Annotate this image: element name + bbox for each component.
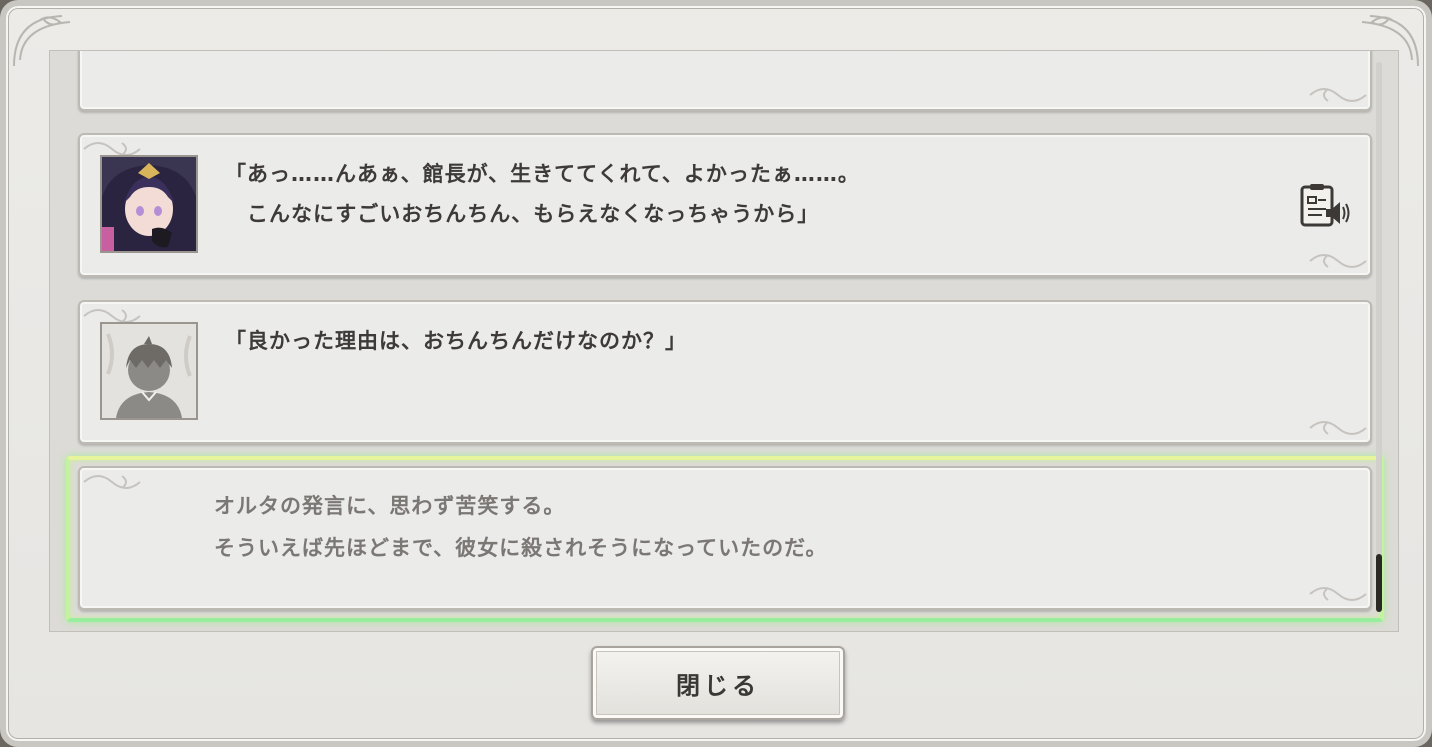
flourish-ornament (1309, 421, 1367, 435)
voice-replay-button[interactable] (1298, 183, 1350, 231)
flourish-ornament (1309, 587, 1367, 601)
character-portrait-icon (102, 157, 196, 251)
protagonist-silhouette-icon (102, 324, 196, 418)
scrollbar-thumb[interactable] (1376, 554, 1382, 612)
character-avatar (100, 155, 198, 253)
voice-replay-icon (1300, 184, 1350, 227)
dialogue-line: こんなにすごいおちんちん、もらえなくなっちゃうから」 (225, 202, 820, 226)
flourish-ornament (83, 475, 141, 489)
dialogue-line: 「あっ……んあぁ、館長が、生きててくれて、よかったぁ……。 (225, 162, 860, 186)
backlog-entry-current: オルタの発言に、思わず苦笑する。 そういえば先ほどまで、彼女に殺されそうになって… (78, 466, 1372, 610)
protagonist-avatar (100, 322, 198, 420)
backlog-scrollbar[interactable] (1376, 62, 1382, 612)
dialogue-line: 「良かった理由は、おちんちんだけなのか？」 (225, 329, 687, 353)
backlog-entry (78, 51, 1372, 111)
narration-line: そういえば先ほどまで、彼女に殺されそうになっていたのだ。 (214, 536, 828, 560)
close-button-label: 閉じる (676, 671, 760, 700)
backlog-list[interactable]: 「あっ……んあぁ、館長が、生きててくれて、よかったぁ……。 こんなにすごいおちん… (49, 50, 1399, 632)
backlog-entry: 「あっ……んあぁ、館長が、生きててくれて、よかったぁ……。 こんなにすごいおちん… (78, 133, 1372, 277)
backlog-entry: 「良かった理由は、おちんちんだけなのか？」 (78, 300, 1372, 444)
narration-line: オルタの発言に、思わず苦笑する。 (214, 494, 566, 518)
flourish-ornament (1309, 254, 1367, 268)
close-button[interactable]: 閉じる (591, 646, 845, 720)
backlog-window: 「あっ……んあぁ、館長が、生きててくれて、よかったぁ……。 こんなにすごいおちん… (0, 0, 1432, 747)
flourish-ornament (1309, 88, 1367, 102)
